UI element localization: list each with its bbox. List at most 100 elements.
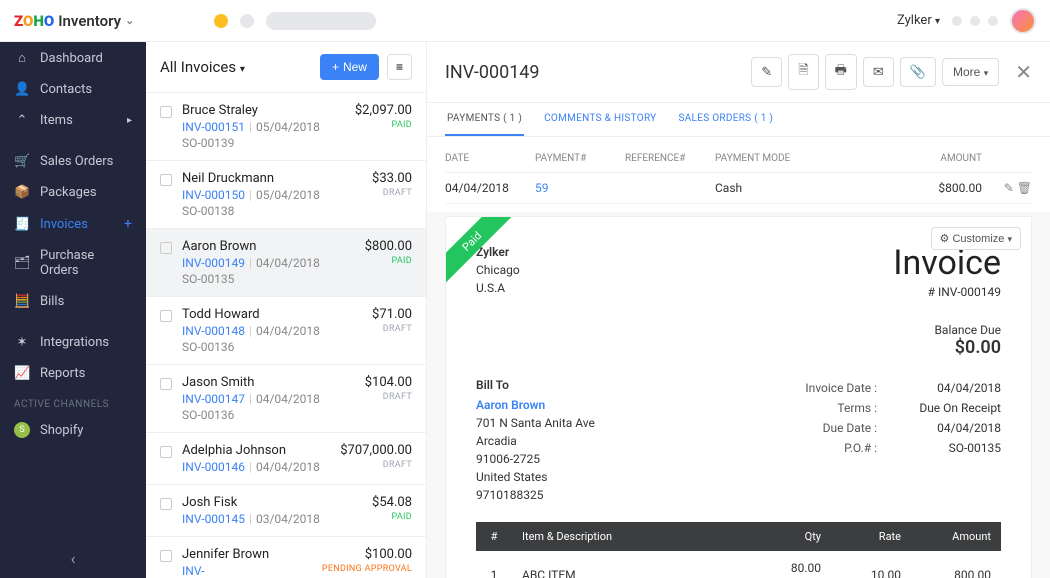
status-badge: PAID bbox=[372, 512, 412, 522]
sidebar-item-items[interactable]: ⌃Items▸ bbox=[0, 105, 146, 136]
col-date: DATE bbox=[445, 153, 535, 164]
page-title: INV-000149 bbox=[445, 62, 540, 83]
sidebar-item-sales-orders[interactable]: 🛒Sales Orders bbox=[0, 146, 146, 177]
sidebar-item-contacts[interactable]: 👤Contacts bbox=[0, 74, 146, 105]
tab-sales-orders[interactable]: SALES ORDERS ( 1 ) bbox=[676, 103, 775, 136]
sidebar-item-purchase-orders[interactable]: 🗂Purchase Orders bbox=[0, 240, 146, 286]
mail-button[interactable]: ✉ bbox=[863, 57, 894, 87]
col-mode: PAYMENT MODE bbox=[715, 153, 882, 164]
col-payment-no: PAYMENT# bbox=[535, 153, 625, 164]
chevron-down-icon[interactable]: ⌄ bbox=[125, 14, 134, 27]
tab-payments[interactable]: PAYMENTS ( 1 ) bbox=[445, 103, 524, 136]
invoice-document: ⚙ Customize ▾ Paid Zylker Chicago U.S.A … bbox=[445, 216, 1032, 578]
topbar: ZOHO Inventory ⌄ Zylker ▾ bbox=[0, 0, 1050, 42]
chevron-right-icon: ▸ bbox=[127, 115, 132, 126]
col-amount: AMOUNT bbox=[882, 153, 982, 164]
list-title[interactable]: All Invoices ▾ bbox=[160, 58, 245, 76]
status-badge: PENDING APPROVAL bbox=[322, 564, 412, 574]
customize-button[interactable]: ⚙ Customize ▾ bbox=[931, 227, 1022, 250]
item-row: 1ABC ITEM80.00pcs10.00800.00 bbox=[476, 551, 1001, 578]
items-icon: ⌃ bbox=[14, 113, 30, 128]
sidebar-item-bills[interactable]: 🧮Bills bbox=[0, 286, 146, 317]
list-menu-button[interactable]: ≡ bbox=[387, 54, 412, 80]
edit-button[interactable]: ✎ bbox=[751, 57, 782, 87]
edit-icon[interactable]: ✎ bbox=[1004, 181, 1014, 195]
integrations-icon: ✶ bbox=[14, 335, 30, 350]
checkbox[interactable] bbox=[160, 446, 172, 458]
invoice-link[interactable]: INV-000147 bbox=[182, 392, 245, 406]
invoices-icon: 🧾 bbox=[14, 217, 30, 232]
sidebar-item-reports[interactable]: 📈Reports bbox=[0, 358, 146, 389]
add-icon[interactable]: + bbox=[124, 216, 132, 232]
header-dots bbox=[952, 16, 998, 26]
checkbox[interactable] bbox=[160, 242, 172, 254]
balance-label: Balance Due bbox=[893, 323, 1001, 337]
invoice-link[interactable]: INV-000148 bbox=[182, 324, 245, 338]
sidebar-item-dashboard[interactable]: ⌂Dashboard bbox=[0, 42, 146, 74]
invoice-row[interactable]: Josh Fisk INV-000145|03/04/2018 $54.08PA… bbox=[146, 485, 426, 537]
sidebar-item-invoices[interactable]: 🧾Invoices+ bbox=[0, 208, 146, 240]
status-badge: DRAFT bbox=[340, 460, 412, 470]
invoice-link[interactable]: INV-000145 bbox=[182, 512, 245, 526]
checkbox[interactable] bbox=[160, 174, 172, 186]
reports-icon: 📈 bbox=[14, 366, 30, 381]
invoice-number: # INV-000149 bbox=[893, 285, 1001, 299]
invoice-link[interactable]: INV-000149 bbox=[182, 256, 245, 270]
plus-icon: + bbox=[332, 60, 339, 74]
app-logo[interactable]: ZOHO Inventory ⌄ bbox=[14, 12, 134, 30]
bill-to: Bill To Aaron Brown 701 N Santa Anita Av… bbox=[476, 378, 595, 504]
status-badge: PAID bbox=[355, 120, 412, 130]
purchase orders-icon: 🗂 bbox=[14, 256, 30, 271]
status-badge: DRAFT bbox=[372, 188, 412, 198]
invoice-row[interactable]: Neil Druckmann INV-000150|05/04/2018 SO-… bbox=[146, 161, 426, 229]
avatar[interactable] bbox=[1010, 8, 1036, 34]
balance-amount: $0.00 bbox=[893, 337, 1001, 358]
invoice-list-pane: All Invoices ▾ +New ≡ Bruce Straley INV-… bbox=[146, 42, 427, 578]
sidebar-item-packages[interactable]: 📦Packages bbox=[0, 177, 146, 208]
delete-icon[interactable]: 🗑 bbox=[1017, 181, 1032, 195]
payment-row[interactable]: 04/04/2018 59 Cash $800.00 ✎ 🗑 bbox=[445, 173, 1032, 204]
sidebar-collapse[interactable]: ‹ bbox=[0, 539, 146, 578]
packages-icon: 📦 bbox=[14, 185, 30, 200]
invoice-link[interactable]: INV-000146 bbox=[182, 460, 245, 474]
paid-ribbon: Paid bbox=[446, 217, 516, 287]
invoice-row[interactable]: Bruce Straley INV-000151|05/04/2018 SO-0… bbox=[146, 93, 426, 161]
bills-icon: 🧮 bbox=[14, 294, 30, 309]
sales orders-icon: 🛒 bbox=[14, 154, 30, 169]
checkbox[interactable] bbox=[160, 378, 172, 390]
items-table: # Item & Description Qty Rate Amount 1AB… bbox=[476, 522, 1001, 578]
invoice-link[interactable]: INV-000150 bbox=[182, 188, 245, 202]
status-badge: DRAFT bbox=[372, 324, 412, 334]
org-switcher[interactable]: Zylker ▾ bbox=[897, 13, 940, 28]
payment-link[interactable]: 59 bbox=[535, 181, 549, 195]
customer-link[interactable]: Aaron Brown bbox=[476, 396, 595, 414]
app-name: Inventory bbox=[58, 12, 121, 30]
new-button[interactable]: +New bbox=[320, 54, 379, 80]
invoice-row[interactable]: Adelphia Johnson INV-000146|04/04/2018 $… bbox=[146, 433, 426, 485]
invoice-link[interactable]: INV-000151 bbox=[182, 120, 245, 134]
more-button[interactable]: More ▾ bbox=[942, 58, 999, 86]
pdf-button[interactable]: 🗎 bbox=[788, 54, 818, 90]
status-badge: PAID bbox=[365, 256, 412, 266]
invoice-row[interactable]: Aaron Brown INV-000149|04/04/2018 SO-001… bbox=[146, 229, 426, 297]
invoice-row[interactable]: Jason Smith INV-000147|04/04/2018 SO-001… bbox=[146, 365, 426, 433]
close-icon[interactable]: ✕ bbox=[1015, 60, 1032, 84]
tab-comments[interactable]: COMMENTS & HISTORY bbox=[542, 103, 658, 136]
gear-icon: ⚙ bbox=[940, 233, 950, 245]
print-button[interactable]: 🖶 bbox=[825, 54, 857, 90]
sidebar-item-integrations[interactable]: ✶Integrations bbox=[0, 327, 146, 358]
dashboard-icon: ⌂ bbox=[14, 50, 30, 66]
invoice-link[interactable]: INV-000144 bbox=[182, 564, 222, 578]
checkbox[interactable] bbox=[160, 550, 172, 562]
col-reference: REFERENCE# bbox=[625, 153, 715, 164]
checkbox[interactable] bbox=[160, 498, 172, 510]
invoice-row[interactable]: Todd Howard INV-000148|04/04/2018 SO-001… bbox=[146, 297, 426, 365]
channel-shopify[interactable]: SShopify bbox=[0, 414, 146, 446]
contacts-icon: 👤 bbox=[14, 82, 30, 97]
invoice-row[interactable]: Jennifer Brown INV-000144|31/03/2018 $10… bbox=[146, 537, 426, 578]
attach-button[interactable]: 📎 bbox=[900, 57, 936, 87]
checkbox[interactable] bbox=[160, 310, 172, 322]
detail-pane: INV-000149 ✎ 🗎 🖶 ✉ 📎 More ▾ ✕ PAYMENTS (… bbox=[427, 42, 1050, 578]
sidebar-section: ACTIVE CHANNELS bbox=[0, 389, 146, 414]
checkbox[interactable] bbox=[160, 106, 172, 118]
